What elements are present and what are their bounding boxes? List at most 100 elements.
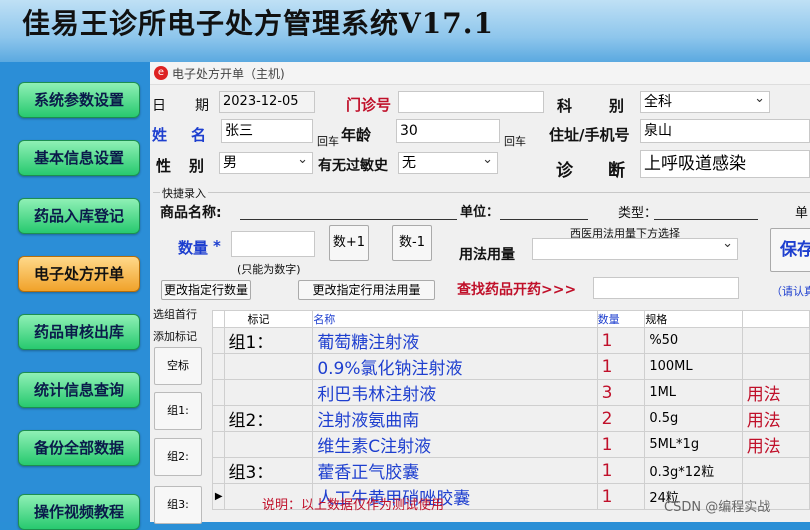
row-usage[interactable]: 用法 xyxy=(741,379,810,406)
type-line xyxy=(654,218,758,220)
row-name: 利巴韦林注射液 xyxy=(312,379,598,406)
col-qty-header: 数量 xyxy=(596,310,646,328)
row-mark: 组2： xyxy=(224,405,314,432)
row-name: 维生素C注射液 xyxy=(312,431,598,458)
gender-select[interactable]: 男 xyxy=(219,152,313,174)
sidebar-item-statistics[interactable]: 统计信息查询 xyxy=(18,372,140,408)
sidebar: 系统参数设置 基本信息设置 药品入库登记 电子处方开单 药品审核出库 统计信息查… xyxy=(0,62,150,530)
table-row[interactable]: 利巴韦林注射液 3 1ML 用法 xyxy=(211,379,810,406)
row-qty: 1 xyxy=(596,483,646,510)
qty-plus-button[interactable]: 数+1 xyxy=(329,225,369,261)
enter-hint-1: 回车 xyxy=(317,135,339,148)
row-indicator xyxy=(211,431,226,458)
row-qty: 1 xyxy=(596,431,646,458)
sidebar-item-video-tutorial[interactable]: 操作视频教程 xyxy=(18,494,140,530)
address-field[interactable]: 泉山 xyxy=(640,119,810,143)
row-indicator xyxy=(211,327,226,354)
row-mark xyxy=(224,379,314,406)
row-qty: 1 xyxy=(596,327,646,354)
dept-label-1: 科 xyxy=(557,97,573,115)
sidebar-item-basic-info[interactable]: 基本信息设置 xyxy=(18,140,140,176)
row-spec: 0.3g*12粒 xyxy=(644,457,743,484)
row-indicator xyxy=(211,457,226,484)
unit2-label: 单 xyxy=(795,206,809,221)
row-indicator xyxy=(211,405,226,432)
unit-line xyxy=(500,218,588,220)
footer-note: 说明：以上数据仅作为测试使用 xyxy=(262,498,445,513)
row-qty: 1 xyxy=(596,457,646,484)
row-name: 注射液氨曲南 xyxy=(312,405,598,432)
row-usage[interactable] xyxy=(741,353,810,380)
group3-button[interactable]: 组3: xyxy=(154,486,202,524)
usage-select[interactable] xyxy=(532,238,738,260)
row-usage[interactable] xyxy=(741,327,810,354)
quick-entry-title: 快捷录入 xyxy=(160,185,208,201)
window-title: 电子处方开单（主机) xyxy=(172,67,285,81)
change-row-qty-button[interactable]: 更改指定行数量 xyxy=(161,280,251,300)
row-spec: %50 xyxy=(644,327,743,354)
gender-label-2: 别 xyxy=(189,157,205,175)
qty-minus-button[interactable]: 数-1 xyxy=(392,225,432,261)
diagnosis-field[interactable]: 上呼吸道感染 xyxy=(640,150,810,178)
save-button[interactable]: 保存 xyxy=(770,228,810,272)
col-spec-header: 规格 xyxy=(644,310,743,328)
search-hint: （请认真 xyxy=(771,285,810,298)
app-title: 佳易王诊所电子处方管理系统V17.1 xyxy=(22,7,494,40)
sidebar-item-system-settings[interactable]: 系统参数设置 xyxy=(18,82,140,118)
diagnosis-label-1: 诊 xyxy=(556,161,573,181)
qty-label: 数量 xyxy=(178,239,209,257)
row-name: 藿香正气胶囊 xyxy=(312,457,598,484)
row-spec: 5ML*1g xyxy=(644,431,743,458)
table-row[interactable]: 0.9%氯化钠注射液 1 100ML xyxy=(211,353,810,380)
row-mark xyxy=(224,353,314,380)
row-qty: 3 xyxy=(596,379,646,406)
allergy-select[interactable]: 无 xyxy=(398,152,498,174)
gender-label-1: 性 xyxy=(156,157,172,175)
dept-select[interactable]: 全科 xyxy=(640,91,770,113)
row-mark xyxy=(224,431,314,458)
current-row-arrow-icon: ▶ xyxy=(211,483,226,510)
table-row[interactable]: 组2： 注射液氨曲南 2 0.5g 用法 xyxy=(211,405,810,432)
date-label-2: 期 xyxy=(195,98,209,114)
row-name: 0.9%氯化钠注射液 xyxy=(312,353,598,380)
row-usage[interactable] xyxy=(741,457,810,484)
patient-name-field[interactable]: 张三 xyxy=(221,119,313,143)
group1-button[interactable]: 组1: xyxy=(154,392,202,430)
sidebar-item-prescription[interactable]: 电子处方开单 xyxy=(18,256,140,292)
prescription-table[interactable]: 标记 名称 数量 规格 组1： 葡萄糖注射液 1 %50 0.9%氯化钠注射液 … xyxy=(211,310,810,510)
allergy-label: 有无过敏史 xyxy=(318,158,388,174)
row-qty: 1 xyxy=(596,353,646,380)
dept-label-2: 别 xyxy=(609,97,625,115)
table-row[interactable]: 维生素C注射液 1 5ML*1g 用法 xyxy=(211,431,810,458)
sidebar-item-stock-in[interactable]: 药品入库登记 xyxy=(18,198,140,234)
row-usage[interactable]: 用法 xyxy=(741,431,810,458)
qty-field[interactable] xyxy=(231,231,315,257)
table-row[interactable]: 组3： 藿香正气胶囊 1 0.3g*12粒 xyxy=(211,457,810,484)
sidebar-item-audit-out[interactable]: 药品审核出库 xyxy=(18,314,140,350)
row-spec: 100ML xyxy=(644,353,743,380)
diagnosis-label-2: 断 xyxy=(608,161,625,181)
select-group-first-label: 选组首行 xyxy=(153,308,197,321)
drug-search-input[interactable] xyxy=(593,277,739,299)
group2-button[interactable]: 组2: xyxy=(154,438,202,476)
date-label-1: 日 xyxy=(152,98,166,114)
window-titlebar: e 电子处方开单（主机) xyxy=(150,62,810,85)
clear-mark-button[interactable]: 空标 xyxy=(154,347,202,385)
search-drug-label: 查找药品开药>>> xyxy=(457,282,577,298)
usage-label: 用法用量 xyxy=(459,247,515,263)
date-field[interactable]: 2023-12-05 xyxy=(219,91,315,113)
clinic-no-label: 门诊号 xyxy=(346,96,392,114)
add-mark-label: 添加标记 xyxy=(153,330,197,343)
col-name-header: 名称 xyxy=(312,310,598,328)
watermark: CSDN @编程实战 xyxy=(664,500,771,515)
row-usage[interactable]: 用法 xyxy=(741,405,810,432)
row-name: 葡萄糖注射液 xyxy=(312,327,598,354)
sidebar-item-backup[interactable]: 备份全部数据 xyxy=(18,430,140,466)
change-row-usage-button[interactable]: 更改指定行用法用量 xyxy=(298,280,435,300)
table-row[interactable]: 组1： 葡萄糖注射液 1 %50 xyxy=(211,327,810,354)
product-name-line[interactable] xyxy=(240,218,457,220)
col-usage-header xyxy=(741,310,810,328)
age-field[interactable]: 30 xyxy=(396,119,500,143)
clinic-no-field[interactable] xyxy=(398,91,544,113)
enter-hint-2: 回车 xyxy=(504,135,526,148)
